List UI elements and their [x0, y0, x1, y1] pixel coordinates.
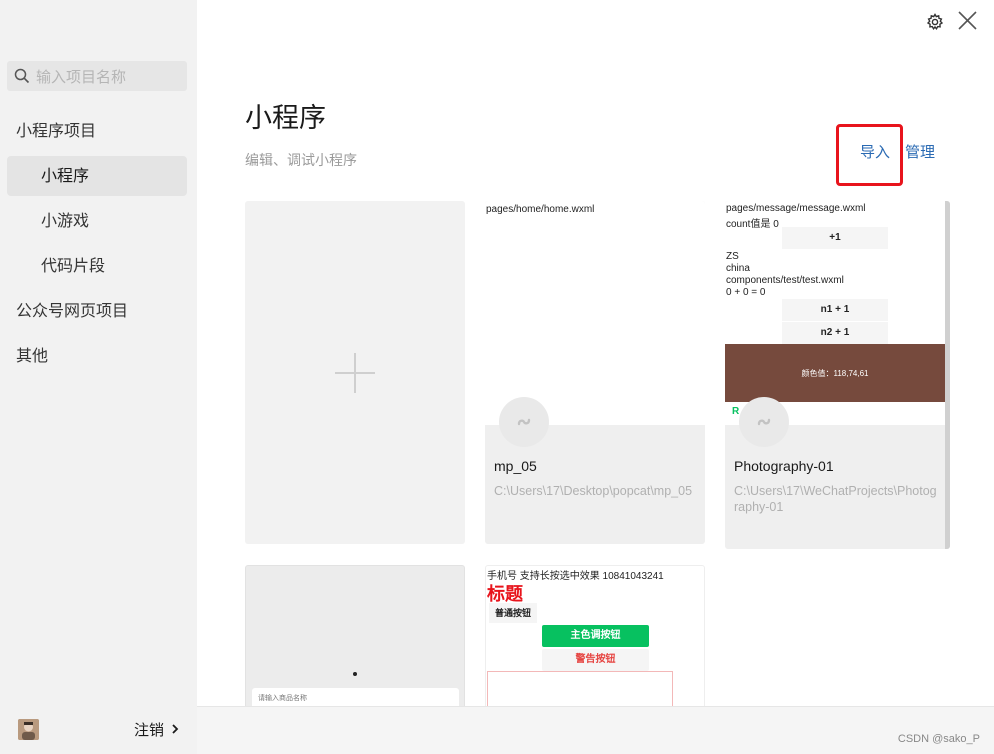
preview-text: 0 + 0 = 0	[726, 287, 766, 298]
preview-text: pages/home/home.wxml	[486, 204, 595, 215]
project-name: mp_05	[494, 458, 537, 474]
preview-button: n2 + 1	[782, 322, 888, 344]
sidebar-item-minigame[interactable]: 小游戏	[7, 201, 187, 241]
preview-text: count值是 0	[726, 219, 779, 230]
project-card[interactable]: pages/home/home.wxml mp_05 C:\Users\17\D…	[485, 201, 705, 544]
preview-input-placeholder: 请输入商品名称	[258, 695, 307, 702]
project-card[interactable]: 请输入商品名称	[245, 565, 465, 715]
watermark: CSDN @sako_P	[897, 733, 980, 745]
plus-icon	[335, 353, 375, 393]
new-project-card[interactable]	[245, 201, 465, 544]
preview-button: 普通按钮	[489, 603, 537, 623]
sidebar: 输入项目名称 小程序项目 小程序 小游戏 代码片段 公众号网页项目 其他 注销	[0, 0, 197, 754]
scrollbar[interactable]	[945, 201, 950, 549]
project-preview: pages/home/home.wxml	[485, 201, 705, 425]
color-value-text: 颜色值：118,74,61	[801, 369, 869, 378]
color-block: 颜色值：118,74,61	[725, 344, 945, 402]
miniprogram-logo-icon	[739, 397, 789, 447]
search-icon	[14, 68, 30, 84]
project-name: Photography-01	[734, 458, 834, 474]
footer-bar: CSDN @sako_P	[197, 706, 994, 754]
project-card[interactable]: 手机号 支持长按选中效果 10841043241 标题 普通按钮 主色调按钮 警…	[485, 565, 705, 715]
preview-dot	[353, 672, 357, 676]
sidebar-item-code-snippets[interactable]: 代码片段	[7, 246, 187, 286]
sidebar-item-other[interactable]: 其他	[16, 336, 48, 376]
preview-button: n1 + 1	[782, 299, 888, 321]
close-icon[interactable]	[957, 10, 978, 31]
miniprogram-logo-icon	[499, 397, 549, 447]
import-button[interactable]: 导入	[860, 141, 890, 162]
preview-text: pages/message/message.wxml	[726, 203, 866, 214]
sidebar-item-miniprogram-projects[interactable]: 小程序项目	[16, 111, 96, 151]
search-input[interactable]: 输入项目名称	[7, 61, 187, 91]
logout-button[interactable]: 注销	[134, 719, 164, 740]
chevron-right-icon[interactable]	[171, 723, 179, 735]
preview-text: components/test/test.wxml	[726, 275, 844, 286]
user-bar: 注销	[0, 706, 197, 754]
preview-button: +1	[782, 227, 888, 249]
manage-button[interactable]: 管理	[905, 141, 935, 162]
page-subtitle: 编辑、调试小程序	[245, 153, 357, 169]
sidebar-item-official-account-web[interactable]: 公众号网页项目	[16, 291, 128, 331]
project-path: C:\Users\17\Desktop\popcat\mp_05	[494, 484, 693, 498]
sidebar-item-miniprogram[interactable]: 小程序	[7, 156, 187, 196]
search-placeholder: 输入项目名称	[36, 68, 127, 86]
project-card[interactable]: pages/message/message.wxml count值是 0 +1 …	[725, 201, 950, 549]
preview-text: R	[732, 406, 740, 417]
preview-primary-button: 主色调按钮	[542, 625, 649, 647]
settings-icon[interactable]	[926, 13, 944, 31]
page-title: 小程序	[245, 103, 326, 134]
project-path: C:\Users\17\WeChatProjects\Photography-0…	[734, 484, 937, 514]
project-preview: pages/message/message.wxml count值是 0 +1 …	[725, 201, 945, 425]
preview-text: china	[726, 263, 750, 274]
preview-text: ZS	[726, 251, 739, 262]
avatar[interactable]	[18, 719, 39, 740]
preview-warn-button: 警告按钮	[542, 649, 649, 671]
